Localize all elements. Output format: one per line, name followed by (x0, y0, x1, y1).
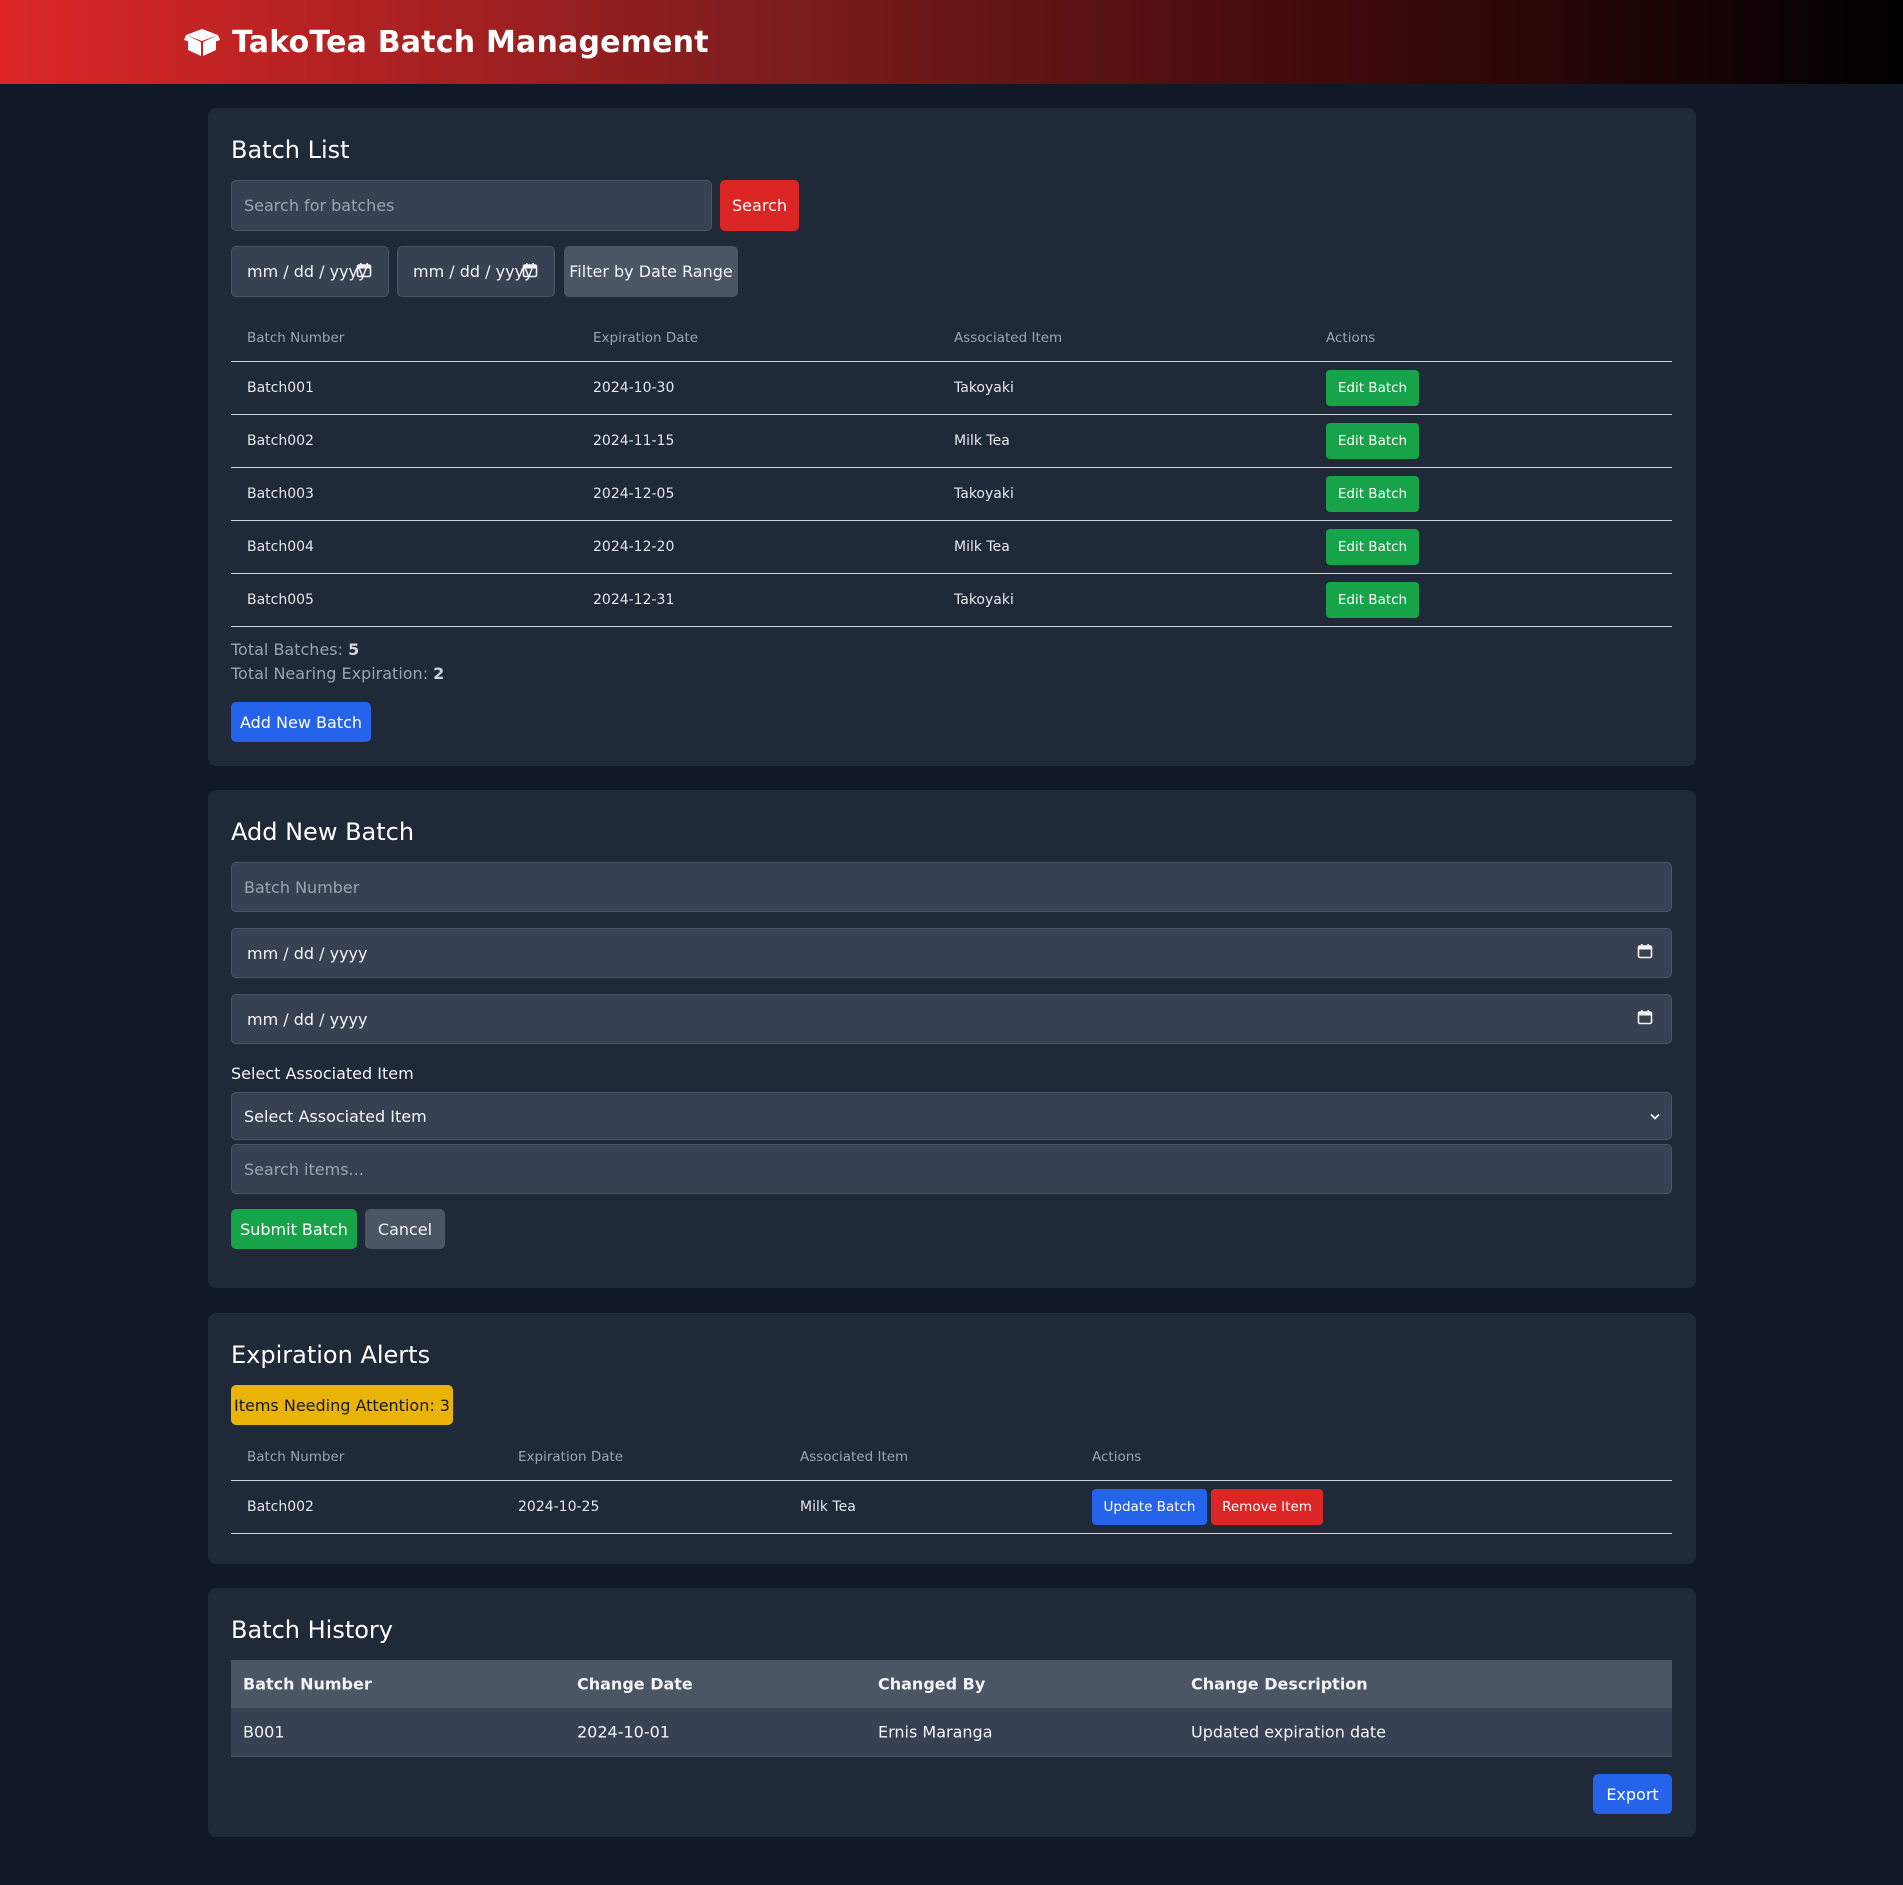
batch-number: Batch001 (247, 380, 314, 396)
batch-number-input[interactable]: Batch Number (231, 862, 1672, 912)
add-new-batch-button[interactable]: Add New Batch (231, 702, 371, 742)
calendar-icon[interactable] (356, 262, 372, 282)
total-batches: Total Batches: 5 (231, 640, 360, 659)
batch-number: Batch003 (247, 486, 314, 502)
attention-badge: Items Needing Attention: 3 (231, 1385, 453, 1425)
edit-batch-button[interactable]: Edit Batch (1326, 476, 1419, 512)
column-header: Actions (1326, 329, 1376, 346)
batch-number: Batch005 (247, 592, 314, 608)
batch-table: Batch Number Expiration Date Associated … (231, 314, 1672, 627)
expiration-alerts-card: Expiration Alerts Items Needing Attentio… (208, 1313, 1696, 1564)
calendar-icon[interactable] (522, 262, 538, 282)
section-title: Expiration Alerts (231, 1341, 431, 1369)
associated-item: Takoyaki (954, 592, 1014, 608)
batch-history-card: Batch History Batch Number Change Date C… (208, 1588, 1696, 1837)
associated-item: Milk Tea (800, 1499, 856, 1515)
section-title: Add New Batch (231, 818, 415, 846)
select-item-label: Select Associated Item (231, 1064, 414, 1083)
manufacture-date-input[interactable]: mm / dd / yyyy (231, 928, 1672, 978)
column-header: Change Date (577, 1674, 693, 1694)
filter-date-range-button[interactable]: Filter by Date Range (564, 246, 738, 297)
table-row: Batch001 2024-10-30 Takoyaki Edit Batch (231, 362, 1672, 415)
edit-batch-button[interactable]: Edit Batch (1326, 529, 1419, 565)
associated-item: Takoyaki (954, 380, 1014, 396)
expiration-date: 2024-12-31 (593, 592, 675, 608)
associated-item: Milk Tea (954, 433, 1010, 449)
column-header: Expiration Date (593, 329, 699, 346)
changed-by: Ernis Maranga (878, 1722, 993, 1742)
edit-batch-button[interactable]: Edit Batch (1326, 370, 1419, 406)
alerts-table: Batch Number Expiration Date Associated … (231, 1433, 1672, 1534)
expiration-date: 2024-10-30 (593, 380, 675, 396)
add-batch-card: Add New Batch Batch Number mm / dd / yyy… (208, 790, 1696, 1288)
table-header: Batch Number Expiration Date Associated … (231, 1433, 1672, 1481)
history-table: Batch Number Change Date Changed By Chan… (231, 1660, 1672, 1757)
column-header: Batch Number (247, 1448, 345, 1465)
calendar-icon[interactable] (1637, 1009, 1653, 1029)
column-header: Actions (1092, 1448, 1142, 1465)
batch-number: B001 (243, 1722, 285, 1742)
edit-batch-button[interactable]: Edit Batch (1326, 423, 1419, 459)
chevron-down-icon (1649, 1107, 1661, 1126)
table-row: Batch004 2024-12-20 Milk Tea Edit Batch (231, 521, 1672, 574)
calendar-icon[interactable] (1637, 943, 1653, 963)
update-batch-button[interactable]: Update Batch (1092, 1489, 1207, 1525)
table-row: Batch005 2024-12-31 Takoyaki Edit Batch (231, 574, 1672, 627)
batch-number: Batch002 (247, 433, 314, 449)
associated-item: Takoyaki (954, 486, 1014, 502)
associated-item-select[interactable]: Select Associated Item (231, 1092, 1672, 1140)
section-title: Batch History (231, 1616, 393, 1644)
table-row: Batch002 2024-10-25 Milk Tea Update Batc… (231, 1481, 1672, 1534)
remove-item-button[interactable]: Remove Item (1211, 1489, 1323, 1525)
table-row: Batch002 2024-11-15 Milk Tea Edit Batch (231, 415, 1672, 468)
column-header: Associated Item (954, 329, 1063, 346)
app-header: TakoTea Batch Management (0, 0, 1903, 84)
expiration-date: 2024-10-25 (518, 1499, 600, 1515)
batch-number: Batch004 (247, 539, 314, 555)
date-to-input[interactable]: mm / dd / yyyy (397, 246, 555, 297)
table-header: Batch Number Change Date Changed By Chan… (231, 1660, 1672, 1708)
export-button[interactable]: Export (1593, 1774, 1672, 1814)
column-header: Change Description (1191, 1674, 1368, 1694)
search-items-input[interactable]: Search items... (231, 1144, 1672, 1194)
column-header: Batch Number (243, 1674, 372, 1694)
search-button[interactable]: Search (720, 180, 799, 231)
date-from-input[interactable]: mm / dd / yyyy (231, 246, 389, 297)
associated-item: Milk Tea (954, 539, 1010, 555)
expiration-date: 2024-12-05 (593, 486, 675, 502)
column-header: Associated Item (800, 1448, 909, 1465)
column-header: Changed By (878, 1674, 986, 1694)
table-row: Batch003 2024-12-05 Takoyaki Edit Batch (231, 468, 1672, 521)
expiration-date: 2024-11-15 (593, 433, 675, 449)
edit-batch-button[interactable]: Edit Batch (1326, 582, 1419, 618)
expiration-date: 2024-12-20 (593, 539, 675, 555)
change-description: Updated expiration date (1191, 1722, 1387, 1742)
batch-search-input[interactable]: Search for batches (231, 180, 712, 231)
column-header: Expiration Date (518, 1448, 624, 1465)
table-row: B001 2024-10-01 Ernis Maranga Updated ex… (231, 1708, 1672, 1757)
cancel-button[interactable]: Cancel (365, 1209, 445, 1249)
total-nearing-expiration: Total Nearing Expiration: 2 (231, 664, 445, 683)
box-icon (184, 27, 220, 57)
app-title: TakoTea Batch Management (232, 24, 709, 60)
column-header: Batch Number (247, 329, 345, 346)
submit-batch-button[interactable]: Submit Batch (231, 1209, 357, 1249)
table-header: Batch Number Expiration Date Associated … (231, 314, 1672, 362)
section-title: Batch List (231, 136, 350, 164)
batch-number: Batch002 (247, 1499, 314, 1515)
batch-list-card: Batch List Search for batches Search mm … (208, 108, 1696, 766)
expiration-date-input[interactable]: mm / dd / yyyy (231, 994, 1672, 1044)
change-date: 2024-10-01 (577, 1722, 670, 1742)
